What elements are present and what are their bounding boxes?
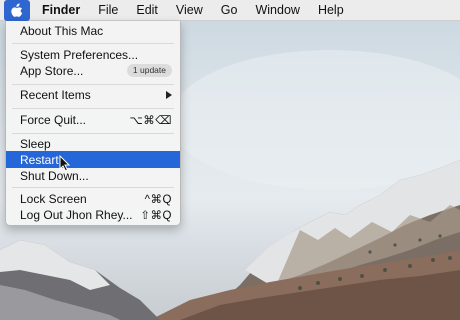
menu-separator	[12, 84, 174, 85]
shortcut-label: ⇧⌘Q	[140, 209, 172, 222]
shortcut-label: ⌥⌘⌫	[129, 114, 172, 127]
menu-item-label: Sleep	[20, 136, 51, 151]
menu-item-label: System Preferences...	[20, 47, 139, 62]
menu-item-label: Lock Screen	[20, 191, 87, 206]
menu-separator	[12, 108, 174, 109]
apple-logo-icon	[11, 3, 23, 17]
menu-separator	[12, 187, 174, 188]
menubar-help[interactable]: Help	[309, 0, 353, 21]
menu-item-label: About This Mac	[20, 23, 104, 38]
menu-item-label: App Store...	[20, 63, 84, 78]
menubar-file[interactable]: File	[89, 0, 127, 21]
menu-item-recent-items[interactable]: Recent Items	[6, 86, 180, 103]
apple-dropdown-menu: About This Mac System Preferences... App…	[5, 21, 181, 226]
menu-item-label: Recent Items	[20, 87, 91, 102]
mouse-pointer-icon	[59, 155, 71, 172]
menu-item-label: Shut Down...	[20, 168, 89, 183]
menu-item-app-store[interactable]: App Store... 1 update	[6, 62, 180, 79]
menu-item-label: Force Quit...	[20, 112, 87, 127]
menubar-window[interactable]: Window	[246, 0, 308, 21]
menubar-view[interactable]: View	[167, 0, 212, 21]
submenu-arrow-icon	[166, 90, 172, 99]
menubar-go[interactable]: Go	[212, 0, 247, 21]
menubar-finder[interactable]: Finder	[30, 0, 89, 21]
menu-item-restart[interactable]: Restart...	[6, 151, 180, 168]
menu-bar: Finder File Edit View Go Window Help	[0, 0, 460, 21]
menu-item-shut-down[interactable]: Shut Down...	[6, 167, 180, 184]
menu-item-sleep[interactable]: Sleep	[6, 135, 180, 152]
update-badge: 1 update	[126, 64, 172, 77]
menu-item-about[interactable]: About This Mac	[6, 22, 180, 39]
menu-separator	[12, 43, 174, 44]
menubar-edit[interactable]: Edit	[127, 0, 167, 21]
menu-item-force-quit[interactable]: Force Quit... ⌥⌘⌫	[6, 111, 180, 128]
menu-item-label: Log Out Jhon Rhey...	[20, 207, 133, 222]
apple-menu-button[interactable]	[4, 0, 30, 21]
menu-item-lock-screen[interactable]: Lock Screen ^⌘Q	[6, 190, 180, 207]
shortcut-label: ^⌘Q	[144, 193, 172, 206]
menu-item-log-out[interactable]: Log Out Jhon Rhey... ⇧⌘Q	[6, 206, 180, 223]
menu-separator	[12, 133, 174, 134]
menu-item-system-preferences[interactable]: System Preferences...	[6, 46, 180, 63]
